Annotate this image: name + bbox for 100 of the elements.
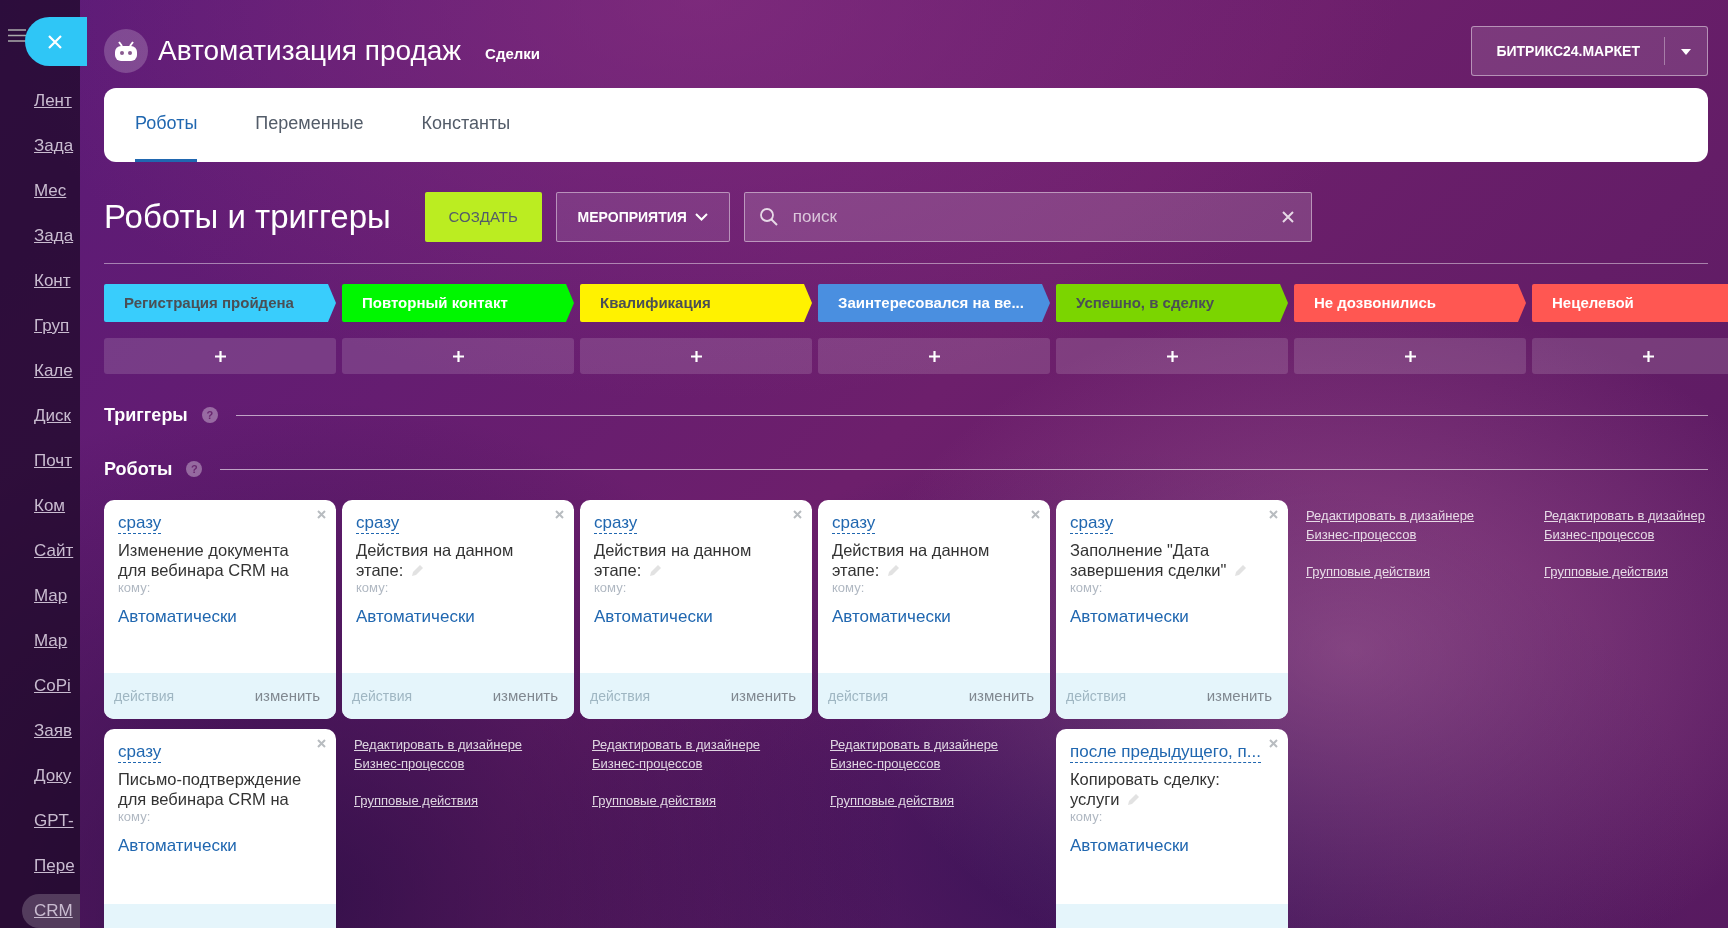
- stage-tab[interactable]: Регистрация пройдена: [104, 284, 336, 322]
- plus-icon: [1642, 350, 1654, 362]
- sidebar-item[interactable]: Груп: [22, 303, 80, 348]
- designer-link[interactable]: Групповые действия: [1306, 562, 1514, 581]
- recipient-label: кому:: [1070, 580, 1104, 596]
- designer-link[interactable]: Групповые действия: [354, 791, 562, 810]
- edit-link[interactable]: изменить: [730, 684, 796, 708]
- recipient-link[interactable]: Автоматически: [118, 604, 237, 630]
- sidebar-item[interactable]: Заяв: [22, 708, 80, 753]
- market-button[interactable]: БИТРИКС24.МАРКЕТ: [1472, 37, 1665, 65]
- sidebar-item[interactable]: Мар: [22, 573, 80, 618]
- tab[interactable]: Переменные: [255, 88, 364, 162]
- add-robot-button[interactable]: [580, 338, 812, 374]
- edit-link[interactable]: изменить: [492, 684, 558, 708]
- edit-link[interactable]: изменить: [1206, 684, 1272, 708]
- plus-icon: [214, 350, 226, 362]
- search-icon: [759, 208, 778, 226]
- plus-icon: [928, 350, 940, 362]
- recipient-label: кому:: [594, 580, 628, 596]
- stage-tab[interactable]: Заинтересовался на ве...: [818, 284, 1050, 322]
- robot-icon: [104, 29, 148, 73]
- recipient-label: кому:: [356, 580, 390, 596]
- add-robot-button[interactable]: [342, 338, 574, 374]
- robot-title: Действия на данном этапе:: [832, 540, 991, 580]
- delay-link[interactable]: сразу: [594, 513, 638, 534]
- recipient-link[interactable]: Автоматически: [594, 604, 713, 630]
- designer-link[interactable]: Редактировать в дизайнере Бизнес-процессов: [830, 735, 1038, 773]
- recipient-link[interactable]: Автоматически: [1070, 604, 1189, 630]
- designer-link[interactable]: Групповые действия: [592, 791, 800, 810]
- sidebar-item[interactable]: Лент: [22, 78, 80, 123]
- sidebar-item[interactable]: Ком: [22, 483, 80, 528]
- designer-link[interactable]: Редактировать в дизайнере Бизнес-процессов: [592, 735, 800, 773]
- stage-tab[interactable]: Не дозвонились: [1294, 284, 1526, 322]
- sidebar-item[interactable]: CoPi: [22, 663, 80, 708]
- designer-link[interactable]: Редактировать в дизайнере Бизнес-процессов: [1306, 506, 1514, 544]
- pencil-icon[interactable]: [411, 564, 425, 577]
- add-robot-button[interactable]: [818, 338, 1050, 374]
- tab[interactable]: Роботы: [135, 88, 198, 162]
- menu-icon[interactable]: [8, 29, 26, 42]
- section-heading: Роботы и триггеры: [104, 197, 391, 238]
- designer-link[interactable]: Редактировать в дизайнер Бизнес-процессов: [1544, 506, 1728, 544]
- close-button[interactable]: [25, 17, 87, 66]
- add-robot-button[interactable]: [1056, 338, 1288, 374]
- pencil-icon[interactable]: [1127, 793, 1141, 806]
- recipient-link[interactable]: Автоматически: [1070, 833, 1189, 859]
- sidebar-item[interactable]: Доку: [22, 753, 80, 798]
- sidebar-item[interactable]: Почт: [22, 438, 80, 483]
- clear-icon[interactable]: [1281, 211, 1294, 223]
- designer-link[interactable]: Групповые действия: [1544, 562, 1728, 581]
- recipient-label: кому:: [1070, 809, 1104, 825]
- delay-link[interactable]: сразу: [832, 513, 876, 534]
- caret-icon: [1681, 48, 1691, 55]
- section-title: Триггеры: [104, 403, 188, 427]
- page-subtitle: Сделки: [485, 43, 541, 64]
- recipient-link[interactable]: Автоматически: [356, 604, 475, 630]
- pencil-icon[interactable]: [887, 564, 901, 577]
- robot-title: Копировать сделку: услуги: [1070, 769, 1221, 809]
- plus-icon: [452, 350, 464, 362]
- search-field[interactable]: поиск: [743, 192, 1312, 242]
- add-robot-button[interactable]: [1294, 338, 1526, 374]
- chevron-icon: [694, 213, 708, 221]
- edit-link[interactable]: изменить: [254, 684, 320, 708]
- sidebar-item[interactable]: Диск: [22, 393, 80, 438]
- delay-link[interactable]: сразу: [118, 742, 162, 763]
- create-button[interactable]: СОЗДАТЬ: [424, 192, 542, 242]
- sidebar-item[interactable]: GPT-: [22, 798, 80, 843]
- add-robot-button[interactable]: [104, 338, 336, 374]
- plus-icon: [1404, 350, 1416, 362]
- pencil-icon[interactable]: [1234, 564, 1248, 577]
- sidebar-item[interactable]: Зада: [22, 123, 80, 168]
- robot-title: Действия на данном этапе:: [356, 540, 515, 580]
- robot-title: Изменение документа для вебинара CRM на: [118, 540, 290, 580]
- delay-link[interactable]: сразу: [356, 513, 400, 534]
- designer-link[interactable]: Групповые действия: [830, 791, 1038, 810]
- recipient-link[interactable]: Автоматически: [118, 833, 237, 859]
- delay-link[interactable]: после предыдущего, п...: [1070, 742, 1261, 763]
- edit-link[interactable]: изменить: [968, 684, 1034, 708]
- robot-title: Действия на данном этапе:: [594, 540, 753, 580]
- designer-link[interactable]: Редактировать в дизайнере Бизнес-процессов: [354, 735, 562, 773]
- recipient-link[interactable]: Автоматически: [832, 604, 951, 630]
- recipient-label: кому:: [118, 580, 152, 596]
- events-button[interactable]: МЕРОПРИЯТИЯ: [555, 192, 730, 242]
- sidebar-item[interactable]: Кале: [22, 348, 80, 393]
- sidebar-item[interactable]: Пере: [22, 843, 80, 888]
- section-title: Роботы: [104, 457, 173, 481]
- delay-link[interactable]: сразу: [1070, 513, 1114, 534]
- pencil-icon[interactable]: [649, 564, 663, 577]
- sidebar-item[interactable]: Мес: [22, 168, 80, 213]
- tab[interactable]: Константы: [421, 88, 511, 162]
- stage-tab[interactable]: Успешно, в сделку: [1056, 284, 1288, 322]
- sidebar-item[interactable]: Мар: [22, 618, 80, 663]
- stage-tab[interactable]: Нецелевой: [1532, 284, 1728, 322]
- page-title: Автоматизация продаж: [158, 34, 462, 68]
- stage-tab[interactable]: Квалификация: [580, 284, 812, 322]
- delay-link[interactable]: сразу: [118, 513, 162, 534]
- sidebar-item[interactable]: Сайт: [22, 528, 80, 573]
- add-robot-button[interactable]: [1532, 338, 1728, 374]
- sidebar-item[interactable]: Конт: [22, 258, 80, 303]
- sidebar-item[interactable]: CRM: [22, 894, 80, 928]
- sidebar-item[interactable]: Зада: [22, 213, 80, 258]
